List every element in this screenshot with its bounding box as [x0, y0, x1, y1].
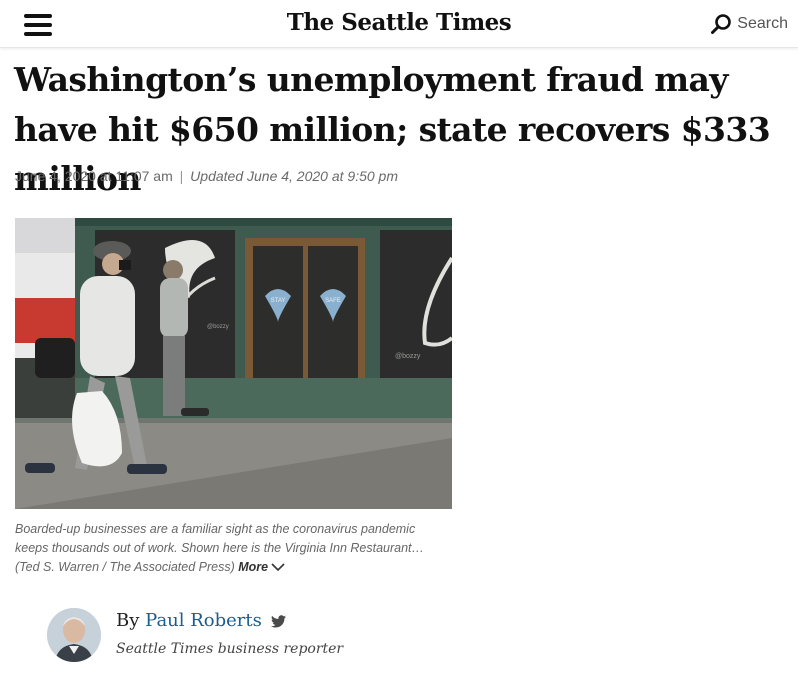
author-link[interactable]: Paul Roberts — [145, 610, 262, 631]
search-icon — [711, 14, 732, 34]
door-left-text: STAY — [271, 298, 286, 304]
door-right-text: SAFE — [325, 298, 341, 304]
site-logo[interactable]: The Seattle Times — [0, 9, 798, 36]
more-label: More — [238, 559, 269, 574]
site-header: The Seattle Times Search — [0, 0, 798, 48]
published-date: June 4, 2020 at 11:07 am — [15, 168, 173, 184]
graffiti-tag-left: @bozzy — [207, 324, 229, 330]
chevron-down-icon — [271, 563, 285, 571]
author-role: Seattle Times business reporter — [116, 641, 344, 657]
caption-text: Boarded-up businesses are a familiar sig… — [15, 522, 425, 574]
author-avatar[interactable] — [47, 608, 101, 662]
date-separator: | — [179, 168, 184, 184]
lead-photo[interactable]: STAY SAFE @bozzy @bozzy — [15, 218, 452, 509]
twitter-icon[interactable] — [270, 614, 286, 628]
graffiti-tag-right: @bozzy — [395, 353, 421, 360]
updated-date: Updated June 4, 2020 at 9:50 pm — [190, 168, 398, 184]
byline-prefix: By — [116, 610, 140, 631]
caption-more-button[interactable]: More — [238, 560, 285, 574]
article-byline: By Paul Roberts — [116, 610, 286, 631]
search-button[interactable]: Search — [710, 12, 788, 36]
search-label: Search — [737, 15, 788, 32]
article-dateline: June 4, 2020 at 11:07 am | Updated June … — [15, 168, 398, 184]
photo-caption: Boarded-up businesses are a familiar sig… — [15, 520, 445, 576]
